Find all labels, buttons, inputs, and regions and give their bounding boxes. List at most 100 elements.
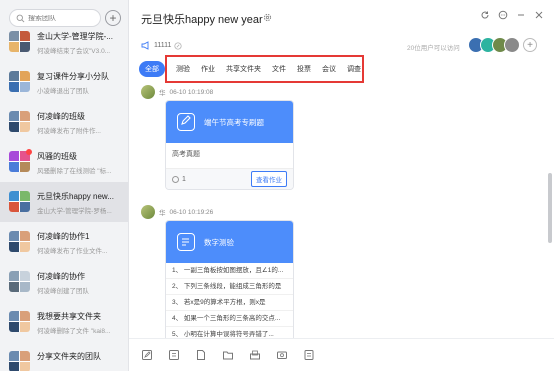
question-item[interactable]: 1、 一副三角板按如图摆放，且∠1的... bbox=[166, 263, 293, 279]
unread-dot bbox=[26, 149, 32, 155]
avatar-tile bbox=[20, 271, 30, 281]
avatar-tile bbox=[9, 202, 19, 212]
file-tool-icon[interactable] bbox=[195, 349, 207, 361]
team-last-activity: 风骚删除了在线测验 "标... bbox=[37, 168, 112, 175]
avatar-tile bbox=[9, 191, 19, 201]
team-avatar bbox=[9, 71, 30, 92]
team-name: 分享文件夹的团队 bbox=[37, 352, 101, 361]
avatar-tile bbox=[20, 231, 30, 241]
question-item[interactable]: 3、 若x是9的算术平方根，则x是 bbox=[166, 295, 293, 311]
avatar-tile bbox=[9, 351, 19, 361]
avatar-tile bbox=[20, 42, 30, 52]
chat-icon[interactable] bbox=[498, 10, 508, 20]
team-list-item[interactable]: 何凌峰的协作 何凌峰创建了团队 bbox=[0, 262, 128, 302]
team-avatar bbox=[9, 31, 30, 52]
team-name: 何凌峰的协作1 bbox=[37, 232, 90, 241]
minimize-icon[interactable] bbox=[516, 10, 526, 20]
announcement-icon bbox=[141, 41, 149, 50]
card-banner: 端午节高考专刷题 bbox=[166, 101, 293, 143]
team-avatar bbox=[9, 111, 30, 132]
card-body: 高考真题 bbox=[166, 143, 293, 169]
meeting-tool-icon[interactable] bbox=[276, 349, 288, 361]
team-list-item[interactable]: 分享文件夹的团队 bbox=[0, 342, 128, 371]
avatar-tile bbox=[9, 362, 19, 371]
survey-tool-icon[interactable] bbox=[303, 349, 315, 361]
team-list-item[interactable]: 何凌峰的班级 何凌峰发布了附件作... bbox=[0, 102, 128, 142]
avatar-tile bbox=[20, 322, 30, 332]
quiz-tool-icon[interactable] bbox=[168, 349, 180, 361]
avatar[interactable] bbox=[141, 85, 155, 99]
avatar-tile bbox=[9, 282, 19, 292]
post-time: 06-10 10:19:26 bbox=[169, 208, 214, 216]
homework-icon bbox=[177, 113, 195, 131]
team-avatar bbox=[9, 271, 30, 292]
team-list-item[interactable]: 我想要共享文件夹 何凌峰删除了文件 "kai8... bbox=[0, 302, 128, 342]
member-avatar[interactable] bbox=[504, 37, 520, 53]
count-value: 1 bbox=[182, 175, 186, 183]
gear-icon[interactable] bbox=[263, 13, 272, 22]
view-homework-button[interactable]: 查看作业 bbox=[251, 171, 287, 187]
post-author: 华 bbox=[159, 210, 166, 217]
search-input[interactable] bbox=[28, 14, 98, 22]
edit-icon[interactable] bbox=[174, 41, 182, 50]
main-panel: 元旦快乐happy new year 11111 20位用户可以访问 + 全部测… bbox=[129, 0, 554, 371]
quiz-card[interactable]: 数字测验 1、 一副三角板按如图摆放，且∠1的... 2、 下列三条线段，能组成三… bbox=[165, 220, 294, 338]
avatar-tile bbox=[20, 191, 30, 201]
tabs-highlight-box bbox=[165, 55, 364, 83]
team-last-activity: 金山大学-管理学院-罗杨... bbox=[37, 208, 112, 215]
avatar-tile bbox=[20, 311, 30, 321]
post-author: 华 bbox=[159, 90, 166, 97]
avatar-tile bbox=[20, 362, 30, 371]
feed: 华 06-10 10:19:08 端午节高考专刷题 高考真题 1 查看作业 华 … bbox=[129, 83, 554, 338]
team-name: 元旦快乐happy new... bbox=[37, 192, 114, 201]
avatar-tile bbox=[9, 151, 19, 161]
avatar-tile bbox=[20, 111, 30, 121]
clock-icon bbox=[172, 175, 179, 183]
team-last-activity: 小凌峰退出了团队 bbox=[37, 88, 89, 95]
member-avatars[interactable]: + bbox=[468, 37, 537, 53]
avatar[interactable] bbox=[141, 205, 155, 219]
question-item[interactable]: 4、 如果一个三角形的三条高的交点... bbox=[166, 311, 293, 327]
window-controls bbox=[480, 10, 544, 20]
team-list-item[interactable]: 何凌峰的协作1 何凌峰发布了作业文件... bbox=[0, 222, 128, 262]
folder-tool-icon[interactable] bbox=[222, 349, 234, 361]
card-banner: 数字测验 bbox=[166, 221, 293, 263]
avatar-tile bbox=[9, 231, 19, 241]
avatar-tile bbox=[20, 351, 30, 361]
add-member-icon[interactable]: + bbox=[523, 38, 537, 52]
team-list-item[interactable]: 元旦快乐happy new... 金山大学-管理学院-罗杨... bbox=[0, 182, 128, 222]
scrollbar[interactable] bbox=[548, 83, 552, 338]
team-name: 风骚的班级 bbox=[37, 152, 77, 161]
avatar-tile bbox=[20, 71, 30, 81]
refresh-icon[interactable] bbox=[480, 10, 490, 20]
homework-tool-icon[interactable] bbox=[141, 349, 153, 361]
team-avatar bbox=[9, 351, 30, 371]
announcement-text: 11111 bbox=[154, 42, 172, 49]
team-last-activity: 何凌峰创建了团队 bbox=[37, 288, 89, 295]
scrollbar-thumb[interactable] bbox=[548, 173, 552, 243]
announcement-row[interactable]: 11111 bbox=[141, 41, 182, 50]
avatar-tile bbox=[20, 31, 30, 41]
avatar-tile bbox=[9, 271, 19, 281]
post-time: 06-10 10:19:08 bbox=[169, 88, 214, 96]
question-item[interactable]: 5、 小明在计算中误将符号弄错了... bbox=[166, 327, 293, 338]
team-avatar bbox=[9, 231, 30, 252]
avatar-tile bbox=[9, 111, 19, 121]
online-users-text: 20位用户可以访问 bbox=[407, 45, 460, 52]
avatar-tile bbox=[9, 162, 19, 172]
avatar-tile bbox=[9, 322, 19, 332]
question-list: 1、 一副三角板按如图摆放，且∠1的... 2、 下列三条线段，能组成三角形的是 3… bbox=[166, 263, 293, 338]
card-title: 端午节高考专刷题 bbox=[204, 118, 264, 127]
homework-card[interactable]: 端午节高考专刷题 高考真题 1 查看作业 bbox=[165, 100, 294, 190]
quiz-icon bbox=[177, 233, 195, 251]
team-list-item[interactable]: 复习课件分享小分队 小凌峰退出了团队 bbox=[0, 62, 128, 102]
tab-0[interactable]: 全部 bbox=[139, 60, 165, 77]
team-list-item[interactable]: 金山大学-管理学院-... 何凌峰结束了会议"V3.0... bbox=[0, 22, 128, 62]
question-item[interactable]: 2、 下列三条线段，能组成三角形的是 bbox=[166, 279, 293, 295]
bottom-toolbar bbox=[129, 338, 554, 371]
avatar-tile bbox=[9, 31, 19, 41]
vote-tool-icon[interactable] bbox=[249, 349, 261, 361]
team-list-item[interactable]: 风骚的班级风骚删除了在线测验 "标... bbox=[0, 142, 128, 182]
post-header: 华 06-10 10:19:08 bbox=[141, 85, 213, 99]
close-icon[interactable] bbox=[534, 10, 544, 20]
